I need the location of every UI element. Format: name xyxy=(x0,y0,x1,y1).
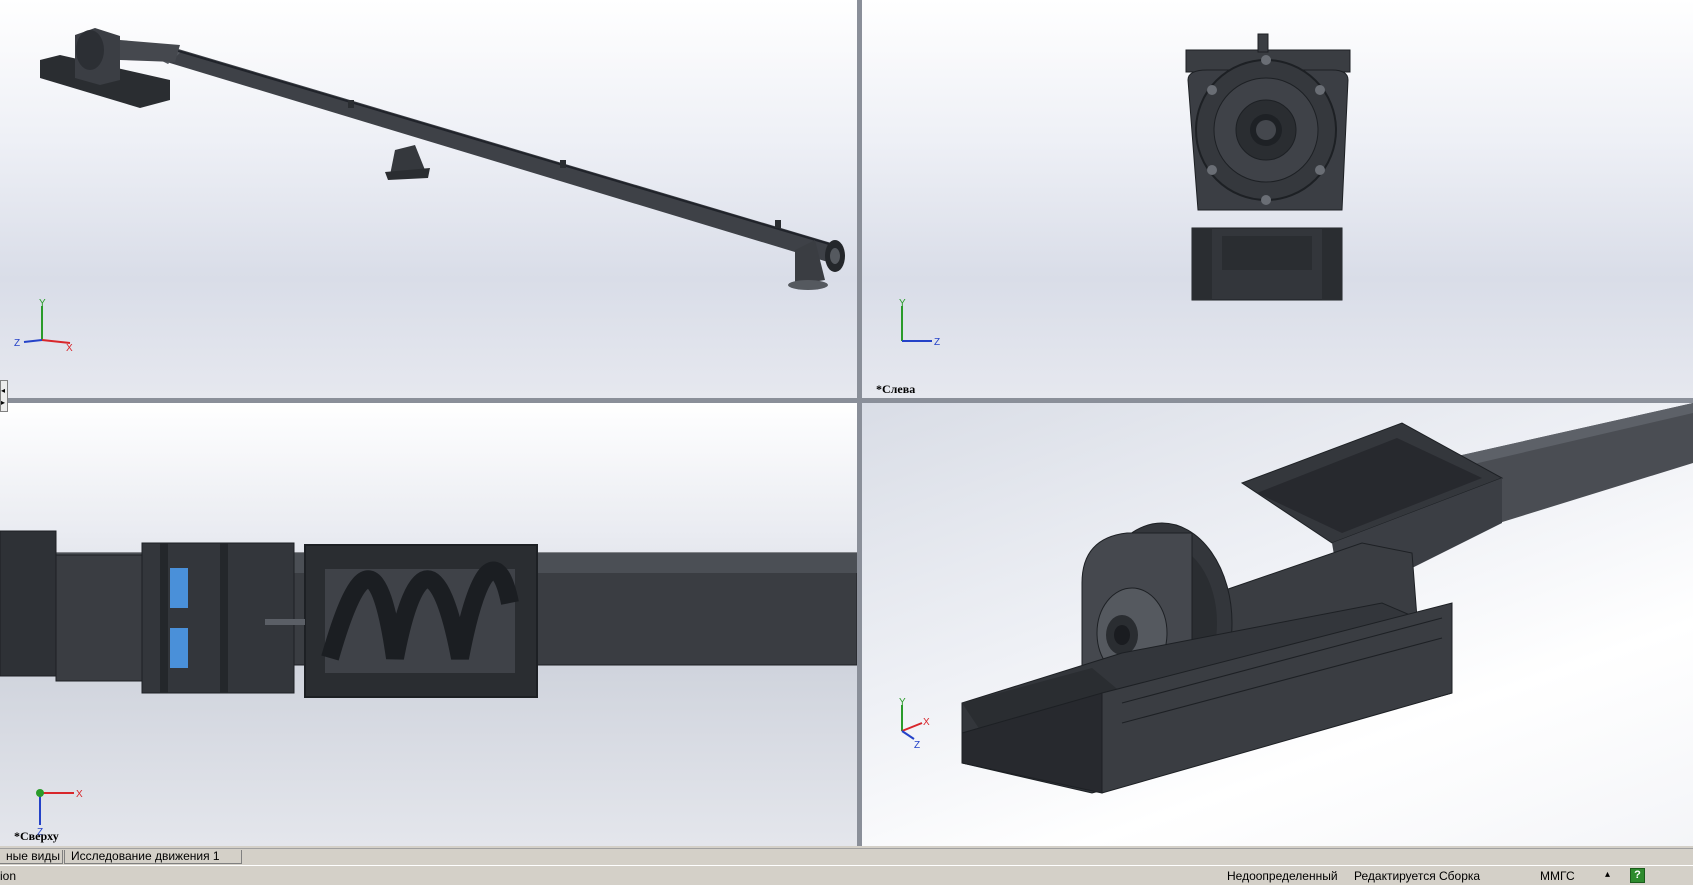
axis-y-label: Y xyxy=(39,298,46,309)
bottom-tab-bar: ные виды Исследование движения 1 xyxy=(0,848,1693,865)
viewport-detail-view[interactable]: Y X Z xyxy=(862,403,1693,846)
viewport-isometric[interactable]: Y X Z xyxy=(0,0,857,398)
viewport-divider-vertical[interactable] xyxy=(857,0,862,846)
status-definition: Недоопределенный xyxy=(1227,869,1338,883)
axis-x-label-top: X xyxy=(76,789,83,800)
status-units[interactable]: ММГС xyxy=(1540,869,1575,883)
triad-axes-icon-left: Y Z xyxy=(899,298,940,348)
axis-z-label-detail: Z xyxy=(914,740,920,751)
view-label-top: *Сверху xyxy=(14,829,59,843)
conveyor-isometric-model xyxy=(40,28,845,290)
panel-split-handle[interactable]: ◂ ▸ xyxy=(0,380,8,412)
triad-axes-icon-detail: Y X Z xyxy=(899,697,930,751)
chevron-right-icon: ▸ xyxy=(1,398,6,407)
viewport-divider-horizontal[interactable] xyxy=(0,398,1693,403)
triad-axes-icon: Y X Z xyxy=(14,298,73,354)
status-bar: ion Недоопределенный Редактируется Сборк… xyxy=(0,865,1693,885)
viewport-left-view[interactable]: Y Z *Слева xyxy=(862,0,1693,398)
axis-y-label-detail: Y xyxy=(899,697,906,708)
status-edit-mode: Редактируется Сборка xyxy=(1354,869,1481,883)
tab-motion-study[interactable]: Исследование движения 1 xyxy=(64,850,242,864)
conveyor-top-view-model xyxy=(0,530,857,698)
viewport-top-view[interactable]: X Z *Сверху xyxy=(0,403,857,846)
axis-z-label: Z xyxy=(14,338,20,349)
help-icon[interactable]: ? xyxy=(1630,868,1645,883)
view-label-left: *Слева xyxy=(876,382,916,396)
tab-standard-views[interactable]: ные виды xyxy=(0,850,63,864)
units-caret-icon[interactable]: ▴ xyxy=(1605,869,1610,880)
axis-z-label-left: Z xyxy=(934,337,940,348)
conveyor-left-view-model xyxy=(1185,33,1351,301)
status-left-text: ion xyxy=(0,869,17,883)
axis-y-label-left: Y xyxy=(899,298,906,309)
chevron-left-icon: ◂ xyxy=(1,386,6,395)
conveyor-detail-model xyxy=(961,403,1693,794)
axis-x-label-detail: X xyxy=(923,717,930,728)
axis-x-label: X xyxy=(66,343,73,354)
